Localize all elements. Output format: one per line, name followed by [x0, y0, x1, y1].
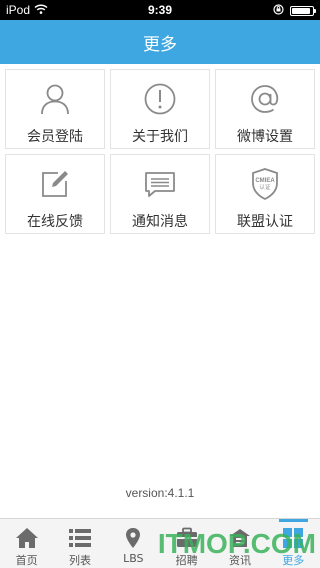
tile-label: 在线反馈	[27, 214, 83, 230]
status-time: 9:39	[147, 3, 173, 17]
page-title: 更多	[143, 34, 177, 55]
tab-recruit[interactable]: 招聘	[160, 519, 213, 568]
tile-online-feedback[interactable]: 在线反馈	[5, 154, 105, 234]
version-text: version:4.1.1	[125, 486, 195, 500]
location-pin-icon	[121, 527, 145, 549]
list-icon	[68, 527, 92, 549]
at-icon	[248, 82, 282, 116]
tile-notifications[interactable]: 通知消息	[110, 154, 210, 234]
tile-alliance-certification[interactable]: CMIEA 认证 联盟认证	[215, 154, 315, 234]
menu-grid: 会员登陆 关于我们 微博设置 在线反馈 通知消息 CMIEA 认证 联盟认证	[5, 69, 315, 234]
tile-label: 关于我们	[132, 129, 188, 145]
tab-label: 列表	[68, 554, 91, 567]
tab-label: 更多	[282, 554, 305, 567]
svg-text:认证: 认证	[259, 183, 271, 191]
page-header: 更多	[0, 20, 320, 64]
certificate-shield-icon: CMIEA 认证	[248, 167, 282, 201]
tile-label: 会员登陆	[27, 129, 83, 145]
tab-lbs[interactable]: LBS	[107, 519, 160, 568]
tab-label: 资讯	[228, 554, 251, 567]
svg-text:CMIEA: CMIEA	[255, 178, 275, 184]
tab-list[interactable]: 列表	[53, 519, 106, 568]
tab-home[interactable]: 首页	[0, 519, 53, 568]
battery-icon	[290, 6, 316, 16]
tab-bar: 首页 列表 LBS 招聘 资讯 更多	[0, 518, 320, 568]
edit-icon	[38, 167, 72, 201]
tile-label: 通知消息	[132, 214, 188, 230]
tab-label: LBS	[123, 552, 144, 565]
recruit-icon	[175, 527, 199, 549]
tile-about-us[interactable]: 关于我们	[110, 69, 210, 149]
tab-label: 招聘	[175, 554, 198, 567]
tile-label: 微博设置	[237, 129, 293, 145]
more-grid-icon	[281, 527, 305, 549]
info-alert-icon	[143, 82, 177, 116]
home-icon	[15, 527, 39, 549]
tab-news[interactable]: 资讯	[213, 519, 266, 568]
tab-more[interactable]: 更多	[267, 519, 320, 568]
status-right	[273, 4, 316, 18]
news-icon	[228, 527, 252, 549]
status-bar: iPod 9:39	[0, 0, 320, 20]
orientation-lock-icon	[273, 4, 284, 18]
user-icon	[38, 82, 72, 116]
battery-fill	[292, 8, 310, 14]
tile-weibo-settings[interactable]: 微博设置	[215, 69, 315, 149]
tile-member-login[interactable]: 会员登陆	[5, 69, 105, 149]
screen: iPod 9:39 更多 会员登陆 关于我们 微博设置 在线反馈 通知消息 CM…	[0, 0, 320, 568]
tile-label: 联盟认证	[237, 214, 293, 230]
tab-label: 首页	[15, 554, 38, 567]
message-icon	[143, 167, 177, 201]
